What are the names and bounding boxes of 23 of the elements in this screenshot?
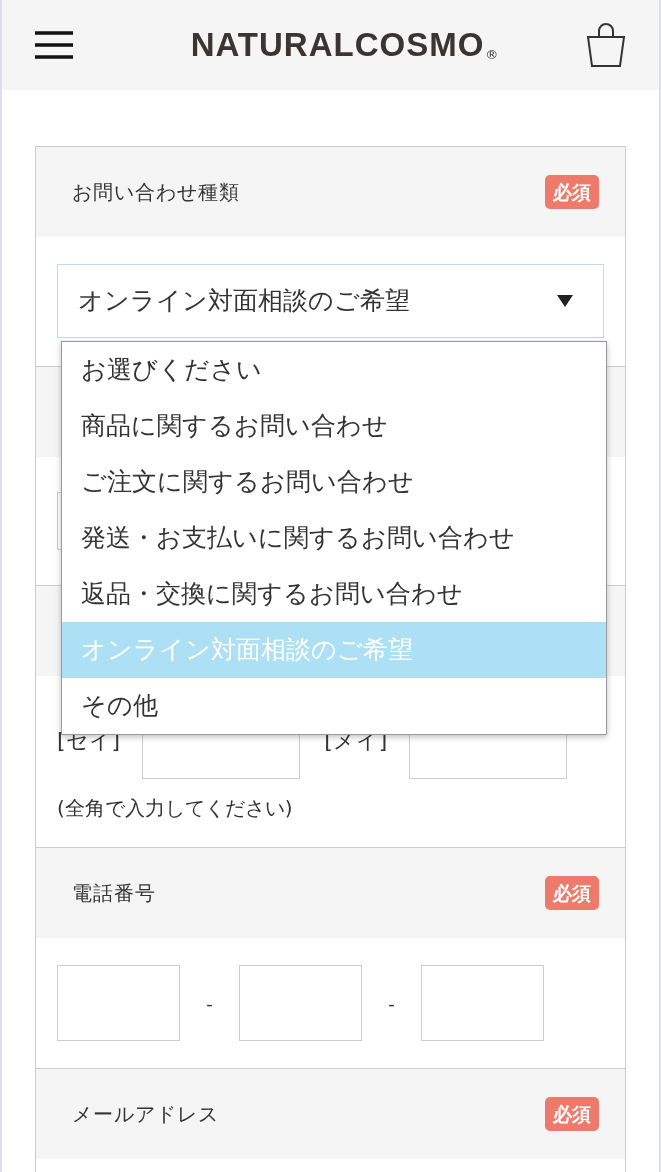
required-badge: 必須 bbox=[545, 174, 599, 210]
input-field[interactable] bbox=[239, 965, 362, 1041]
input-note: (全角で入力してください) bbox=[57, 795, 294, 822]
section-label: 電話番号 bbox=[72, 880, 156, 907]
required-badge: 必須 bbox=[545, 1096, 599, 1132]
required-badge: 必須 bbox=[545, 875, 599, 911]
dropdown-caret-icon bbox=[557, 295, 573, 307]
separator: - bbox=[205, 991, 214, 1016]
dropdown-option[interactable]: その他 bbox=[62, 678, 606, 734]
dropdown-option[interactable]: ご注文に関するお問い合わせ bbox=[62, 454, 606, 510]
separator: - bbox=[387, 991, 396, 1016]
menu-icon[interactable] bbox=[35, 31, 73, 59]
logo[interactable]: NATURALCOSMO® bbox=[190, 20, 499, 70]
inquiry-type-select[interactable]: オンライン対面相談のご希望 bbox=[57, 264, 604, 338]
input-field[interactable] bbox=[57, 965, 180, 1041]
dropdown-option[interactable]: 返品・交換に関するお問い合わせ bbox=[62, 566, 606, 622]
input-field[interactable] bbox=[421, 965, 544, 1041]
dropdown-option[interactable]: お選びください bbox=[62, 342, 606, 398]
dropdown-option[interactable]: 発送・お支払いに関するお問い合わせ bbox=[62, 510, 606, 566]
section-label: メールアドレス bbox=[72, 1101, 219, 1128]
shopping-bag-icon[interactable] bbox=[586, 23, 626, 67]
section-label: お問い合わせ種類 bbox=[72, 179, 240, 206]
dropdown-option[interactable]: 商品に関するお問い合わせ bbox=[62, 398, 606, 454]
